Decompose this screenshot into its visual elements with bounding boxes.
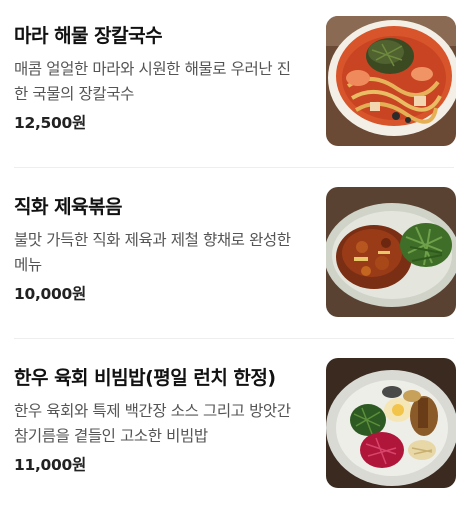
menu-item[interactable]: 한우 육회 비빔밥(평일 런치 한정) 한우 육회와 특제 백간장 소스 그리고… [0, 358, 468, 498]
menu-item-description: 한우 육회와 특제 백간장 소스 그리고 방앗간 참기름을 곁들인 고소한 비빔… [14, 402, 291, 445]
menu-item-price: 11,000원 [14, 456, 86, 474]
menu-item-price: 12,500원 [14, 114, 86, 132]
menu-item[interactable]: 직화 제육볶음 불맛 가득한 직화 제육과 제철 향채로 완성한 메뉴 10,0… [0, 187, 468, 337]
menu-item[interactable]: 마라 해물 장칼국수 매콤 얼얼한 마라와 시원한 해물로 우러난 진한 국물의… [0, 16, 468, 166]
menu-item-description: 불맛 가득한 직화 제육과 제철 향채로 완성한 메뉴 [14, 231, 291, 274]
beef-tartare-bibimbap-photo[interactable] [326, 358, 456, 488]
menu-list: 마라 해물 장칼국수 매콤 얼얼한 마라와 시원한 해물로 우러난 진한 국물의… [0, 0, 468, 505]
menu-item-text: 마라 해물 장칼국수 매콤 얼얼한 마라와 시원한 해물로 우러난 진한 국물의… [14, 16, 304, 134]
mala-seafood-noodle-photo[interactable] [326, 16, 456, 146]
menu-item-text: 직화 제육볶음 불맛 가득한 직화 제육과 제철 향채로 완성한 메뉴 10,0… [14, 187, 304, 305]
divider [14, 338, 454, 339]
divider [14, 167, 454, 168]
menu-item-name: 직화 제육볶음 [14, 196, 123, 218]
stir-fried-pork-photo[interactable] [326, 187, 456, 317]
menu-item-name: 한우 육회 비빔밥(평일 런치 한정) [14, 367, 276, 389]
menu-item-description: 매콤 얼얼한 마라와 시원한 해물로 우러난 진한 국물의 장칼국수 [14, 60, 291, 103]
menu-item-text: 한우 육회 비빔밥(평일 런치 한정) 한우 육회와 특제 백간장 소스 그리고… [14, 358, 304, 476]
menu-item-name: 마라 해물 장칼국수 [14, 25, 163, 47]
menu-item-price: 10,000원 [14, 285, 86, 303]
